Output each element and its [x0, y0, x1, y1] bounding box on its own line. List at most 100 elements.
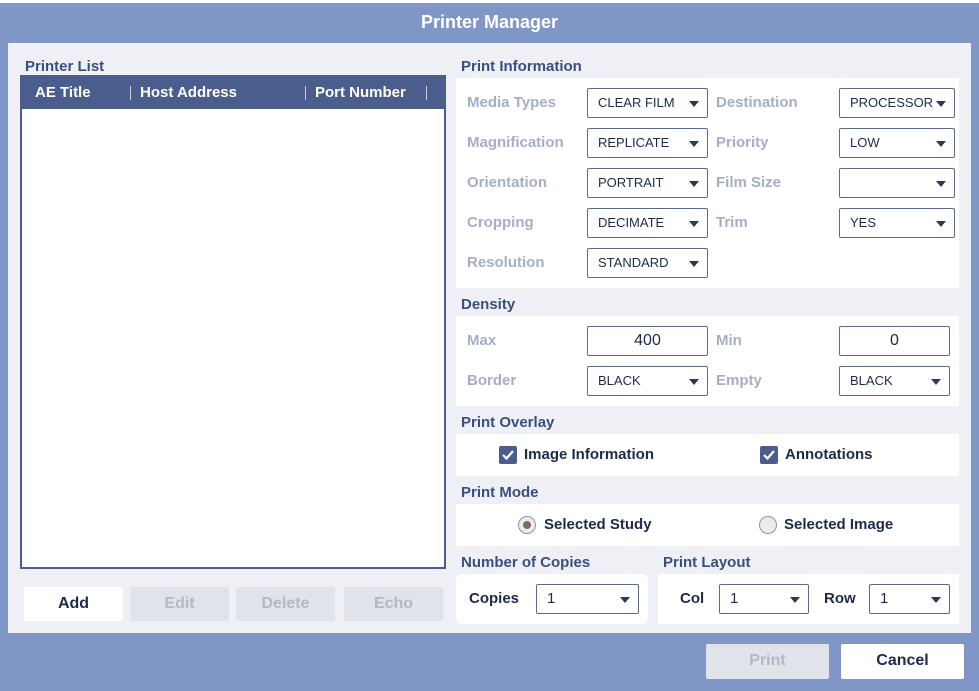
dialog-body: Printer List AE Title Host Address Port …	[8, 43, 971, 633]
orientation-select[interactable]: PORTRAIT	[587, 168, 708, 198]
selected-image-label[interactable]: Selected Image	[784, 516, 893, 534]
caret-down-icon	[689, 261, 699, 267]
printer-list-table[interactable]: AE Title Host Address Port Number	[20, 75, 446, 569]
selected-study-radio[interactable]	[518, 516, 536, 534]
trim-label: Trim	[716, 214, 748, 231]
caret-down-icon	[620, 597, 630, 603]
delete-button[interactable]: Delete	[236, 587, 335, 621]
trim-select[interactable]: YES	[839, 208, 955, 238]
copies-section: Copies 1	[456, 574, 648, 624]
caret-down-icon	[936, 181, 946, 187]
col-label: Col	[680, 590, 705, 607]
edit-button[interactable]: Edit	[130, 587, 229, 621]
print-layout-label: Print Layout	[663, 554, 751, 571]
min-density-input[interactable]: 0	[839, 326, 950, 356]
priority-select[interactable]: LOW	[839, 128, 955, 158]
check-icon	[502, 450, 514, 461]
print-information-label: Print Information	[461, 58, 582, 75]
border-select[interactable]: BLACK	[587, 366, 708, 396]
print-information-section: Media Types CLEAR FILM Destination PROCE…	[456, 78, 959, 288]
col-value: 1	[730, 590, 739, 607]
row-label: Row	[824, 590, 856, 607]
caret-down-icon	[790, 597, 800, 603]
film-size-select[interactable]	[839, 168, 955, 198]
selected-image-radio[interactable]	[759, 516, 777, 534]
column-separator[interactable]	[305, 86, 306, 100]
caret-down-icon	[936, 141, 946, 147]
caret-down-icon	[689, 221, 699, 227]
printer-manager-dialog: Printer Manager Printer List AE Title Ho…	[0, 3, 979, 691]
cropping-select[interactable]: DECIMATE	[587, 208, 708, 238]
border-label: Border	[467, 372, 517, 389]
film-size-label: Film Size	[716, 174, 782, 191]
cropping-label: Cropping	[467, 214, 534, 231]
selected-study-label[interactable]: Selected Study	[544, 516, 652, 534]
column-separator[interactable]	[130, 86, 131, 100]
priority-label: Priority	[716, 134, 769, 151]
media-types-select[interactable]: CLEAR FILM	[587, 88, 708, 118]
print-mode-section: Selected Study Selected Image	[456, 504, 959, 546]
max-label: Max	[467, 332, 497, 349]
resolution-select[interactable]: STANDARD	[587, 248, 708, 278]
copies-label: Copies	[469, 590, 520, 607]
media-types-value: CLEAR FILM	[598, 95, 675, 110]
resolution-value: STANDARD	[598, 255, 669, 270]
magnification-select[interactable]: REPLICATE	[587, 128, 708, 158]
column-header-port-number[interactable]: Port Number	[315, 77, 406, 109]
magnification-value: REPLICATE	[598, 135, 670, 150]
caret-down-icon	[689, 101, 699, 107]
copies-value: 1	[547, 590, 556, 607]
print-overlay-section: Image Information Annotations	[456, 434, 959, 476]
min-label: Min	[716, 332, 742, 349]
annotations-label[interactable]: Annotations	[785, 446, 873, 464]
echo-button[interactable]: Echo	[344, 587, 443, 621]
row-select[interactable]: 1	[869, 584, 950, 614]
add-button[interactable]: Add	[24, 587, 123, 621]
image-information-label[interactable]: Image Information	[524, 446, 654, 464]
empty-label: Empty	[716, 372, 762, 389]
priority-value: LOW	[850, 135, 880, 150]
print-layout-section: Col 1 Row 1	[658, 574, 959, 624]
column-header-host-address[interactable]: Host Address	[140, 77, 237, 109]
density-section: Max 400 Min 0 Border BLACK Empty BLACK	[456, 316, 959, 406]
destination-value: PROCESSOR	[850, 95, 934, 110]
row-value: 1	[880, 590, 889, 607]
orientation-value: PORTRAIT	[598, 175, 664, 190]
empty-value: BLACK	[850, 373, 893, 388]
column-separator[interactable]	[426, 86, 427, 100]
printer-list-label: Printer List	[25, 58, 105, 75]
border-value: BLACK	[598, 373, 641, 388]
density-label: Density	[461, 296, 516, 313]
max-density-input[interactable]: 400	[587, 326, 708, 356]
caret-down-icon	[936, 221, 946, 227]
caret-down-icon	[936, 101, 946, 107]
resolution-label: Resolution	[467, 254, 545, 271]
image-information-checkbox[interactable]	[499, 446, 517, 464]
orientation-label: Orientation	[467, 174, 548, 191]
caret-down-icon	[689, 141, 699, 147]
trim-value: YES	[850, 215, 877, 230]
print-overlay-label: Print Overlay	[461, 414, 555, 431]
annotations-checkbox[interactable]	[760, 446, 778, 464]
media-types-label: Media Types	[467, 94, 556, 111]
caret-down-icon	[689, 181, 699, 187]
radio-dot-icon	[523, 521, 531, 529]
col-select[interactable]: 1	[719, 584, 809, 614]
column-header-ae-title[interactable]: AE Title	[35, 77, 91, 109]
printer-list-header: AE Title Host Address Port Number	[22, 77, 444, 109]
destination-select[interactable]: PROCESSOR	[839, 88, 955, 118]
dialog-title: Printer Manager	[420, 12, 559, 32]
print-button[interactable]: Print	[706, 644, 829, 679]
caret-down-icon	[931, 597, 941, 603]
cancel-button[interactable]: Cancel	[841, 644, 964, 679]
copies-select[interactable]: 1	[536, 584, 639, 614]
check-icon	[763, 450, 775, 461]
number-of-copies-label: Number of Copies	[461, 554, 591, 571]
cropping-value: DECIMATE	[598, 215, 665, 230]
magnification-label: Magnification	[467, 134, 564, 151]
destination-label: Destination	[716, 94, 798, 111]
caret-down-icon	[689, 379, 699, 385]
print-mode-label: Print Mode	[461, 484, 539, 501]
empty-select[interactable]: BLACK	[839, 366, 950, 396]
caret-down-icon	[931, 379, 941, 385]
